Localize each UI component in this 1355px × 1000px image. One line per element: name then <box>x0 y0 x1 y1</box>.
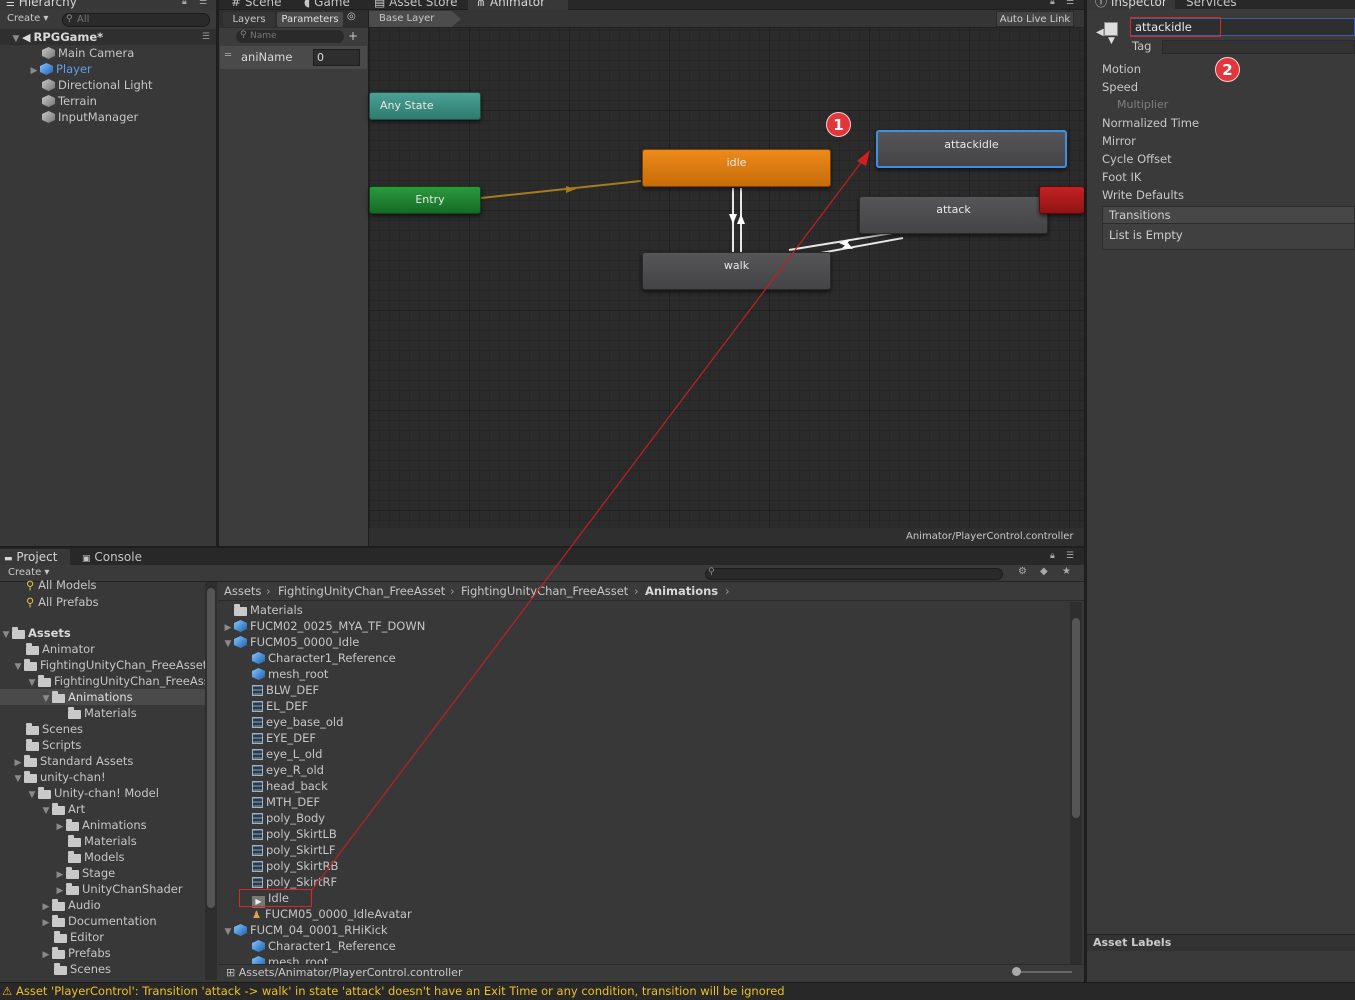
idle-clip-highlight <box>239 889 312 907</box>
marker-1: 1 <box>826 112 851 137</box>
marker-2: 2 <box>1215 57 1240 82</box>
status-bar[interactable]: ⚠ Asset 'PlayerControl': Transition 'att… <box>0 982 1355 1000</box>
annotation-arrow <box>311 150 870 891</box>
name-field-highlight <box>1130 17 1221 37</box>
warning-icon: ⚠ <box>2 984 13 998</box>
